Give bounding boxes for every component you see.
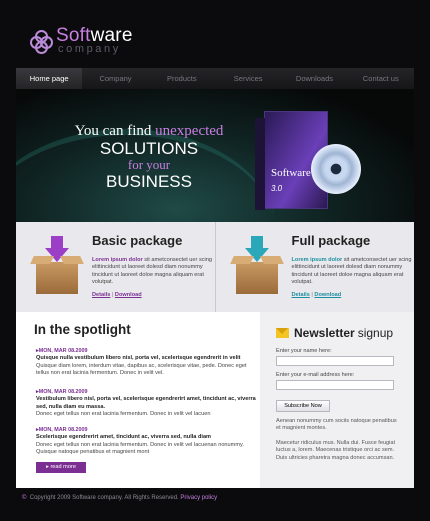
name-label: Enter your name here:	[276, 348, 332, 354]
details-link[interactable]: Details	[92, 292, 110, 298]
news-headline[interactable]: Scelerisque egendrerirt amet, tincidunt …	[36, 434, 258, 441]
full-package: Full package Lorem ipsum dolor sit ametc…	[214, 222, 415, 312]
nav-contact[interactable]: Contact us	[348, 68, 414, 89]
packages-section: Basic package Lorem ipsum dolor sit amet…	[16, 222, 414, 312]
newsletter-text: Aenean nonummy cum sociis natoque penati…	[276, 418, 397, 432]
news-date: MON, MAR 08.2009	[36, 389, 258, 396]
email-input[interactable]	[276, 380, 394, 390]
main-nav: Home page Company Products Services Down…	[16, 68, 414, 89]
copyright-text: Copyright 2009 Software company. All Rig…	[29, 495, 179, 501]
news-body: Donec eget tellus non erat lacinia ferme…	[36, 441, 244, 455]
content-area: In the spotlight MON, MAR 08.2009 Quisqu…	[16, 312, 414, 488]
news-item: MON, MAR 08.2009 Scelerisque egendrerirt…	[36, 427, 258, 456]
newsletter-section: Newsletter signup Enter your name here: E…	[260, 312, 414, 488]
newsletter-title: Newsletter signup	[276, 326, 393, 340]
hero-banner: You can find unexpected SOLUTIONS for yo…	[16, 89, 414, 222]
download-link[interactable]: Download	[314, 292, 341, 298]
news-date: MON, MAR 08.2009	[36, 348, 258, 355]
news-headline[interactable]: Quisque nulla vestibulum libero nisl, po…	[36, 355, 258, 362]
logo[interactable]: Software company	[30, 26, 133, 55]
nav-home[interactable]: Home page	[16, 68, 83, 89]
basic-package: Basic package Lorem ipsum dolor sit amet…	[16, 222, 215, 312]
package-description: Lorem ipsum dolor sit ametconsectet uer …	[92, 257, 213, 285]
download-link[interactable]: Download	[115, 292, 142, 298]
email-label: Enter your e-mail address here:	[276, 372, 355, 378]
read-more-button[interactable]: ▸ read more	[36, 462, 86, 473]
nav-products[interactable]: Products	[149, 68, 215, 89]
package-description: Lorem ipsum dolor sit ametconsectet uer …	[291, 257, 412, 285]
nav-services[interactable]: Services	[215, 68, 281, 89]
nav-company[interactable]: Company	[82, 68, 148, 89]
news-item: MON, MAR 08.2009 Quisque nulla vestibulu…	[36, 348, 258, 377]
hero-headline: You can find unexpected SOLUTIONS for yo…	[74, 123, 224, 191]
package-title: Full package	[291, 233, 371, 248]
section-title: In the spotlight	[34, 322, 131, 337]
privacy-policy-link[interactable]: Privacy policy	[180, 495, 217, 501]
spotlight-section: In the spotlight MON, MAR 08.2009 Quisqu…	[16, 312, 260, 488]
nav-downloads[interactable]: Downloads	[281, 68, 347, 89]
news-body: Donec eget tellus non erat lacinia ferme…	[36, 410, 211, 417]
box-download-icon	[229, 236, 284, 296]
details-link[interactable]: Details	[292, 292, 310, 298]
news-date: MON, MAR 08.2009	[36, 427, 258, 434]
envelope-icon	[276, 328, 289, 338]
footer: © Copyright 2009 Software company. All R…	[22, 495, 218, 501]
news-body: Quisque diam lorem, interdum vitae, dapi…	[36, 362, 247, 376]
news-item: MON, MAR 08.2009 Vestibulum libero nisl,…	[36, 389, 258, 418]
newsletter-text: Maecetur ridiculus mus. Nulla dui. Fusce…	[276, 440, 396, 461]
cd-disc-image	[311, 144, 361, 194]
flower-logo-icon	[30, 29, 53, 54]
name-input[interactable]	[276, 356, 394, 366]
subscribe-button[interactable]: Subscribe Now	[276, 400, 330, 412]
box-download-icon	[30, 236, 84, 296]
package-title: Basic package	[92, 233, 183, 248]
news-headline[interactable]: Vestibulum libero nisl, porta vel, scele…	[36, 396, 258, 411]
